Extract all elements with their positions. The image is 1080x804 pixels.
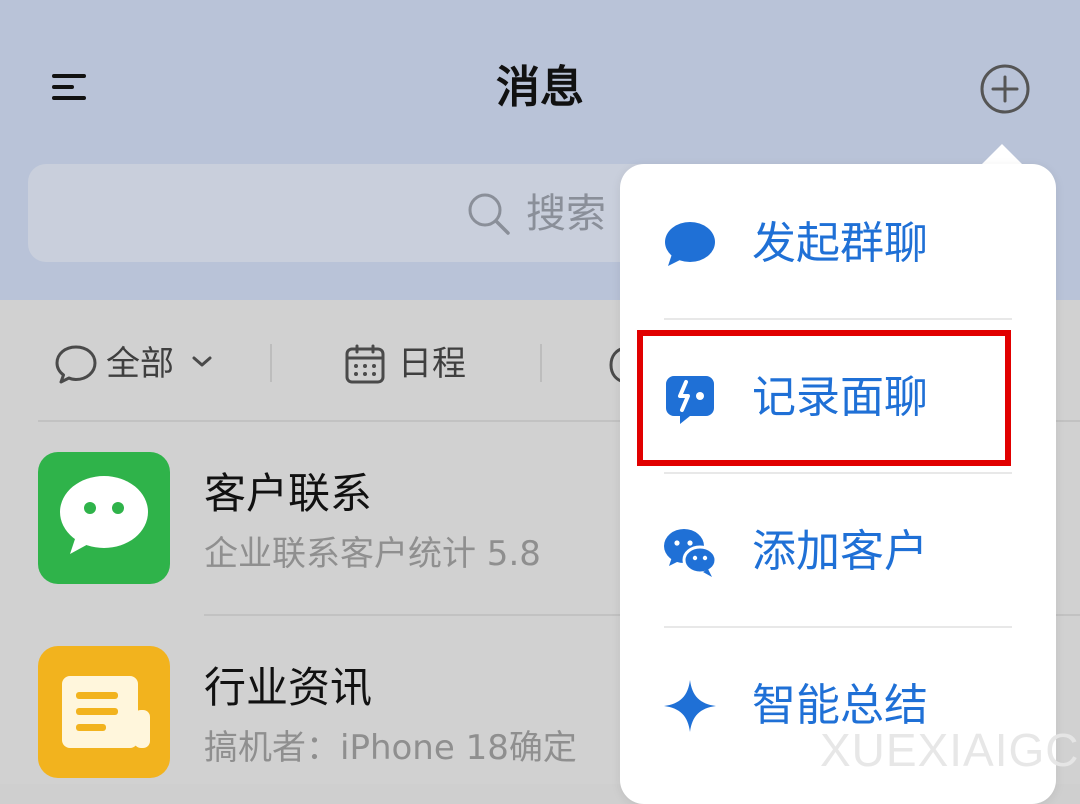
item-title: 行业资讯 xyxy=(204,663,373,712)
filter-all[interactable]: 全部 xyxy=(54,340,234,388)
search-placeholder: 搜索 xyxy=(526,191,606,237)
wechat-bubble-icon xyxy=(60,476,148,554)
menu-item-label: 添加客户 xyxy=(752,526,928,577)
item-subtitle: 搞机者：iPhone 18确定 xyxy=(204,728,577,768)
menu-item-label: 发起群聊 xyxy=(752,218,928,269)
filter-divider xyxy=(540,344,542,382)
filter-schedule[interactable]: 日程 xyxy=(344,340,484,388)
wechat-icon xyxy=(664,529,718,577)
highlight-box xyxy=(637,330,1011,466)
add-circle-icon[interactable] xyxy=(978,62,1032,116)
filter-schedule-label: 日程 xyxy=(398,344,466,384)
news-document-icon xyxy=(62,676,150,748)
avatar xyxy=(38,452,170,584)
watermark: XUEXIAIGC xyxy=(820,724,1080,776)
menu-item-add-customer[interactable]: 添加客户 xyxy=(620,474,1056,628)
chevron-down-icon xyxy=(192,356,212,367)
filter-all-label: 全部 xyxy=(106,344,174,384)
sparkle-icon xyxy=(664,680,716,732)
page-title: 消息 xyxy=(496,62,584,113)
chat-bubble-icon xyxy=(665,222,715,266)
avatar xyxy=(38,646,170,778)
menu-item-start-group-chat[interactable]: 发起群聊 xyxy=(620,166,1056,320)
chat-outline-icon xyxy=(55,345,97,384)
calendar-icon xyxy=(345,344,385,384)
search-icon xyxy=(468,193,510,235)
filter-divider xyxy=(270,344,272,382)
item-title: 客户联系 xyxy=(204,469,373,518)
item-subtitle: 企业联系客户统计 5.8 xyxy=(204,534,541,574)
